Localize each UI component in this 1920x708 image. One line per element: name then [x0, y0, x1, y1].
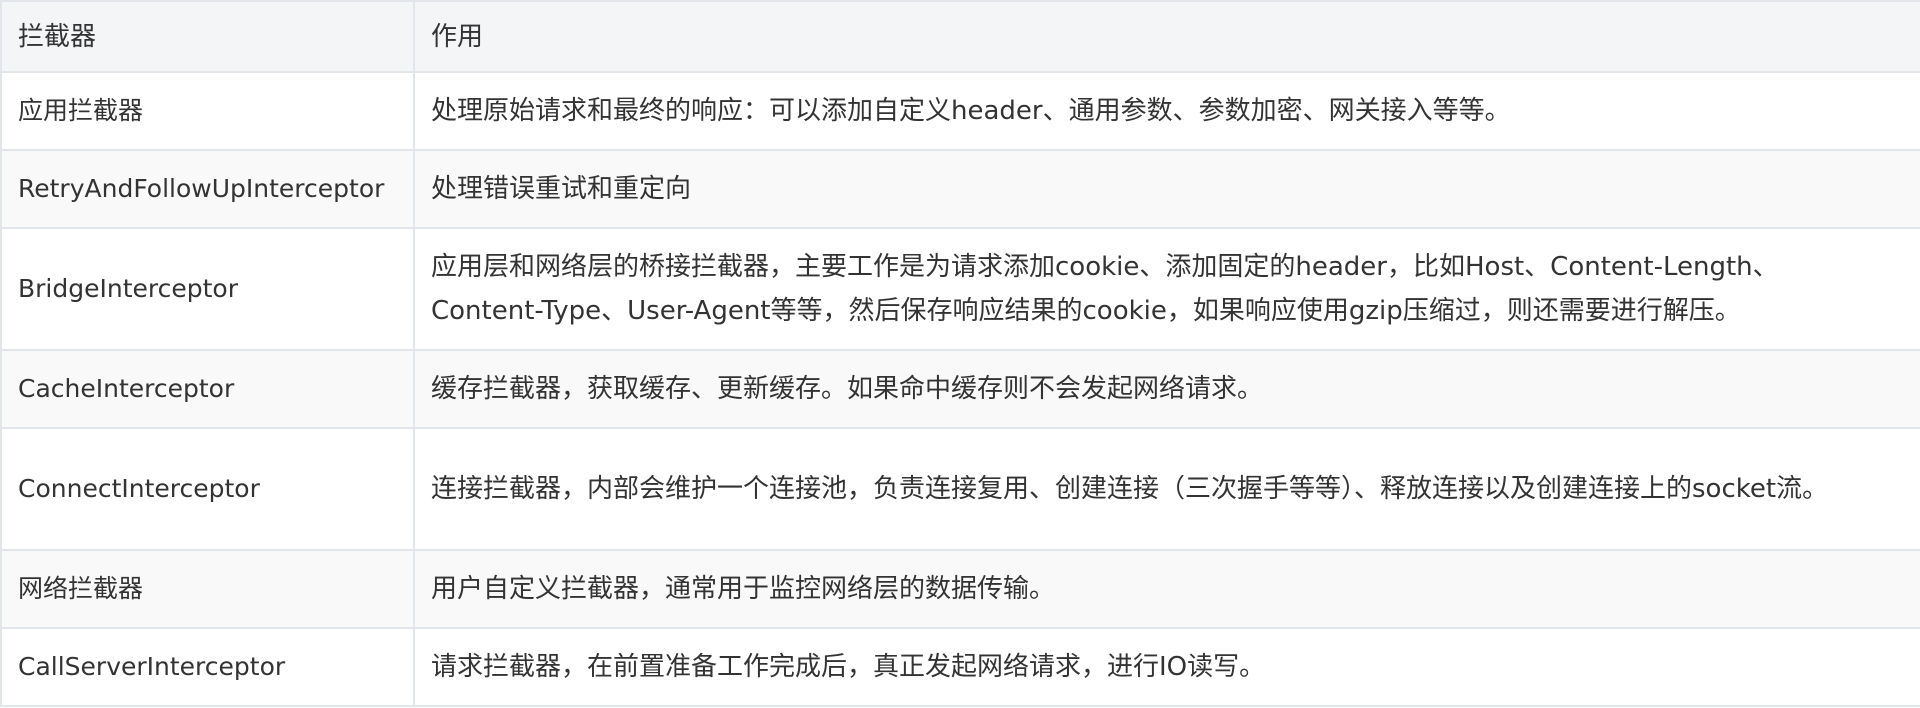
interceptor-description: 缓存拦截器，获取缓存、更新缓存。如果命中缓存则不会发起网络请求。	[413, 349, 1920, 429]
interceptor-description: 应用层和网络层的桥接拦截器，主要工作是为请求添加cookie、添加固定的head…	[413, 227, 1920, 351]
table-row: 应用拦截器 处理原始请求和最终的响应：可以添加自定义header、通用参数、参数…	[0, 71, 1920, 151]
table-row: 网络拦截器 用户自定义拦截器，通常用于监控网络层的数据传输。	[0, 549, 1920, 629]
interceptor-table: 拦截器 作用 应用拦截器 处理原始请求和最终的响应：可以添加自定义header、…	[0, 0, 1920, 707]
header-purpose: 作用	[413, 0, 1920, 73]
interceptor-name: 网络拦截器	[0, 549, 415, 629]
interceptor-description: 用户自定义拦截器，通常用于监控网络层的数据传输。	[413, 549, 1920, 629]
interceptor-description: 处理原始请求和最终的响应：可以添加自定义header、通用参数、参数加密、网关接…	[413, 71, 1920, 151]
interceptor-name: CacheInterceptor	[0, 349, 415, 429]
header-interceptor: 拦截器	[0, 0, 415, 73]
table-row: BridgeInterceptor 应用层和网络层的桥接拦截器，主要工作是为请求…	[0, 227, 1920, 351]
table-row: CacheInterceptor 缓存拦截器，获取缓存、更新缓存。如果命中缓存则…	[0, 349, 1920, 429]
interceptor-description: 处理错误重试和重定向	[413, 149, 1920, 229]
interceptor-name: ConnectInterceptor	[0, 427, 415, 551]
table-row: CallServerInterceptor 请求拦截器，在前置准备工作完成后，真…	[0, 627, 1920, 707]
interceptor-name: BridgeInterceptor	[0, 227, 415, 351]
table-row: RetryAndFollowUpInterceptor 处理错误重试和重定向	[0, 149, 1920, 229]
interceptor-name: RetryAndFollowUpInterceptor	[0, 149, 415, 229]
interceptor-description: 连接拦截器，内部会维护一个连接池，负责连接复用、创建连接（三次握手等等）、释放连…	[413, 427, 1920, 551]
interceptor-name: CallServerInterceptor	[0, 627, 415, 707]
interceptor-description: 请求拦截器，在前置准备工作完成后，真正发起网络请求，进行IO读写。	[413, 627, 1920, 707]
interceptor-name: 应用拦截器	[0, 71, 415, 151]
table-header-row: 拦截器 作用	[0, 0, 1920, 73]
table-row: ConnectInterceptor 连接拦截器，内部会维护一个连接池，负责连接…	[0, 427, 1920, 551]
